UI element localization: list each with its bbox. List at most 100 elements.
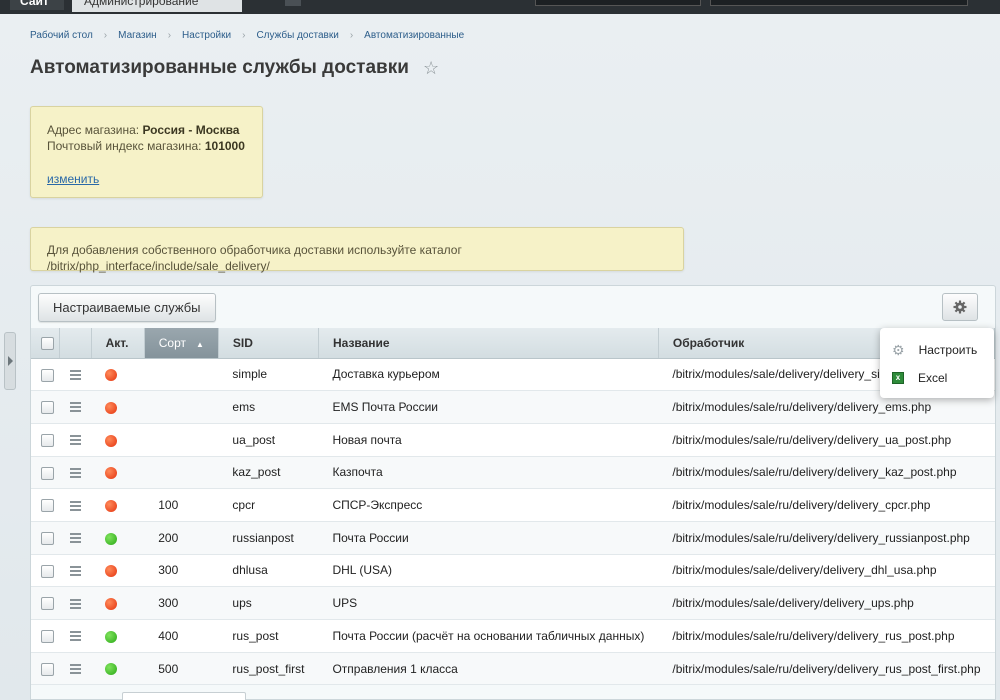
row-actions-menu-icon[interactable]: [69, 662, 81, 676]
table-row[interactable]: simple Доставка курьером/bitrix/modules/s…: [31, 358, 995, 392]
row-active-cell: [91, 586, 145, 620]
table-row[interactable]: 400 rus_post Почта России (расчёт на основ…: [31, 619, 995, 653]
row-active-cell: [91, 358, 145, 392]
row-select-cell: [31, 619, 60, 653]
header-sid[interactable]: SID: [218, 328, 319, 359]
status-red-icon: [105, 369, 118, 382]
table-row[interactable]: 300 dhlusa DHL (USA)/bitrix/modules/sale/d…: [31, 554, 995, 588]
row-name: Доставка курьером: [318, 358, 659, 392]
top-user-field[interactable]: [710, 0, 968, 6]
breadcrumb-desktop[interactable]: Рабочий стол: [30, 30, 93, 41]
breadcrumb-separator-icon: ›: [167, 30, 172, 41]
row-sid: russianpost: [218, 521, 319, 555]
row-menu-cell: [59, 488, 92, 522]
row-actions-menu-icon[interactable]: [69, 368, 81, 382]
row-actions-menu-icon[interactable]: [69, 466, 81, 480]
row-checkbox[interactable]: [41, 401, 54, 415]
favorite-star-icon[interactable]: ☆: [423, 58, 439, 79]
row-checkbox[interactable]: [41, 499, 54, 513]
top-search-field[interactable]: [535, 0, 701, 6]
sidebar-expand-handle[interactable]: [4, 332, 16, 390]
header-select-all[interactable]: [31, 328, 61, 359]
row-sort: 200: [144, 521, 219, 555]
header-name[interactable]: Название: [318, 328, 659, 359]
breadcrumb-delivery-services[interactable]: Службы доставки: [256, 30, 338, 41]
header-sort[interactable]: Сорт ▲: [144, 328, 219, 359]
row-sid: dhlusa: [218, 554, 319, 588]
row-checkbox[interactable]: [41, 630, 54, 643]
address-label: Адрес магазина:: [47, 123, 140, 137]
status-green-icon: [105, 663, 118, 676]
row-actions-menu-icon[interactable]: [69, 400, 81, 414]
row-active-cell: [91, 554, 145, 588]
breadcrumb-automated[interactable]: Автоматизированные: [364, 30, 464, 41]
breadcrumb-settings[interactable]: Настройки: [182, 30, 231, 41]
header-actions: [59, 328, 92, 359]
row-checkbox[interactable]: [41, 368, 54, 382]
row-actions-menu-icon[interactable]: [69, 564, 81, 578]
table-row[interactable]: 200 russianpost Почта России/bitrix/module…: [31, 521, 995, 555]
sort-asc-arrow-icon: ▲: [196, 339, 204, 349]
table-row[interactable]: ems EMS Почта России/bitrix/modules/sale/…: [31, 390, 995, 424]
grid-settings-button[interactable]: [942, 293, 978, 321]
status-green-icon: [105, 532, 118, 545]
menu-item-configure-label: Настроить: [918, 343, 978, 357]
zip-line: Почтовый индекс магазина: 101000: [47, 138, 246, 154]
row-sid: ups: [218, 586, 319, 620]
page-title: Автоматизированные службы доставки: [30, 57, 409, 78]
select-all-checkbox[interactable]: [41, 336, 54, 350]
address-value: Россия - Москва: [142, 123, 240, 137]
address-line: Адрес магазина: Россия - Москва: [47, 122, 246, 138]
top-bar-button[interactable]: [285, 0, 301, 6]
delivery-services-grid: Настраиваемые службы Акт. Сорт ▲ SID Наз…: [30, 285, 996, 700]
row-handler: /bitrix/modules/sale/ru/delivery/deliver…: [658, 456, 995, 490]
table-row[interactable]: 100 cpcr СПСР-Экспресс/bitrix/modules/sale…: [31, 488, 995, 522]
row-sort: [144, 390, 219, 424]
row-checkbox[interactable]: [41, 531, 54, 545]
table-row[interactable]: ua_post Новая почта/bitrix/modules/sale/r…: [31, 423, 995, 457]
table-row[interactable]: 300 ups UPS/bitrix/modules/sale/delivery/d…: [31, 586, 995, 620]
row-menu-cell: [59, 652, 92, 686]
row-actions-menu-icon[interactable]: [69, 499, 81, 513]
configurable-services-button[interactable]: Настраиваемые службы: [38, 293, 216, 322]
row-checkbox[interactable]: [41, 564, 54, 578]
page-size-select[interactable]: [122, 692, 246, 700]
menu-item-excel[interactable]: x Excel: [892, 368, 947, 388]
row-menu-cell: [59, 390, 92, 424]
row-checkbox[interactable]: [41, 662, 54, 676]
menu-item-configure[interactable]: ⚙ Настроить: [892, 340, 977, 360]
row-name: Почта России: [318, 521, 659, 555]
row-menu-cell: [59, 456, 92, 490]
row-sort: 100: [144, 488, 219, 522]
row-checkbox[interactable]: [41, 466, 54, 480]
row-checkbox[interactable]: [41, 597, 54, 611]
table-row[interactable]: 500 rus_post_first Отправления 1 класса/bi…: [31, 652, 995, 686]
row-menu-cell: [59, 586, 92, 620]
table-row[interactable]: kaz_post Казпочта/bitrix/modules/sale/ru/…: [31, 456, 995, 490]
tab-site[interactable]: Сайт: [10, 0, 64, 10]
tab-administration[interactable]: Администрирование: [72, 0, 242, 12]
admin-top-bar: Сайт Администрирование: [0, 0, 1000, 14]
row-actions-menu-icon[interactable]: [69, 433, 81, 447]
header-sort-label: Сорт: [158, 335, 186, 350]
status-red-icon: [105, 597, 118, 610]
row-actions-menu-icon[interactable]: [69, 597, 81, 611]
handler-info-note: Для добавления собственного обработчика …: [30, 227, 684, 273]
row-name: DHL (USA): [318, 554, 659, 588]
gear-icon: [953, 300, 967, 314]
row-actions-menu-icon[interactable]: [69, 531, 81, 545]
gear-icon: ⚙: [892, 341, 905, 358]
row-name: Казпочта: [318, 456, 659, 490]
zip-value: 101000: [204, 139, 245, 153]
breadcrumb-shop[interactable]: Магазин: [118, 30, 157, 41]
row-checkbox[interactable]: [41, 433, 54, 447]
change-address-link[interactable]: изменить: [47, 171, 99, 187]
breadcrumb-separator-icon: ›: [103, 30, 108, 41]
row-menu-cell: [59, 423, 92, 457]
header-active[interactable]: Акт.: [91, 328, 145, 359]
row-sid: cpcr: [218, 488, 319, 522]
row-actions-menu-icon[interactable]: [69, 629, 81, 643]
row-sid: rus_post: [218, 619, 319, 653]
row-active-cell: [91, 521, 145, 555]
row-select-cell: [31, 423, 60, 457]
